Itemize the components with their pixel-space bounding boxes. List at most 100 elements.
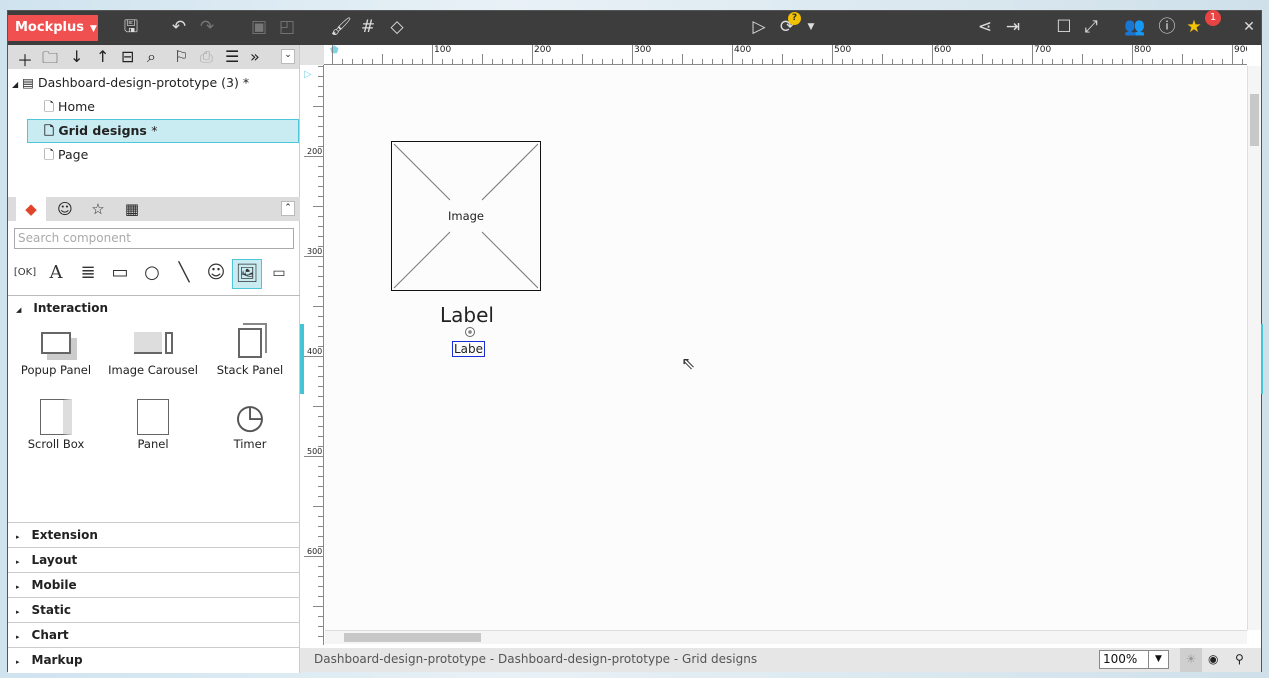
undo-icon[interactable]: ↶ xyxy=(168,17,190,37)
ruler-tick xyxy=(452,59,453,64)
ruler-tick xyxy=(318,216,323,217)
vertical-scroll-thumb[interactable] xyxy=(1250,94,1259,146)
component-panel[interactable]: Panel xyxy=(105,397,201,451)
component-image-carousel[interactable]: Image Carousel xyxy=(105,323,201,377)
add-icon[interactable]: ＋ xyxy=(17,47,33,71)
fullscreen-frame-icon[interactable]: ☐ xyxy=(1053,17,1075,37)
input-icon[interactable]: ▭ xyxy=(264,259,294,289)
tool-icon[interactable]: ⚲ xyxy=(1235,648,1244,670)
project-root[interactable]: ◢ ▤ Dashboard-design-prototype (3) * xyxy=(12,72,249,94)
section-markup[interactable]: ▸ Markup xyxy=(8,647,300,672)
expand-icon[interactable]: ⤢ xyxy=(1080,17,1102,37)
component-label: Scroll Box xyxy=(27,437,85,451)
team-icon[interactable]: 👥 xyxy=(1124,17,1146,37)
preview-play-icon[interactable]: ▷ xyxy=(748,17,770,37)
section-interaction[interactable]: ◢ Interaction xyxy=(8,295,300,320)
section-static[interactable]: ▸ Static xyxy=(8,597,300,622)
search-component-input[interactable]: Search component xyxy=(14,228,294,249)
ruler-tick xyxy=(1202,59,1203,64)
ruler-tick xyxy=(862,59,863,64)
components-icon[interactable]: ◆ xyxy=(16,197,46,221)
ruler-tick xyxy=(742,59,743,64)
ungroup-icon[interactable]: ◰ xyxy=(276,17,298,37)
label-edit-field[interactable]: Labe xyxy=(452,341,486,357)
vertical-scrollbar[interactable] xyxy=(1247,66,1261,630)
page-item-page[interactable]: 🗋 Page xyxy=(44,144,88,166)
flag-icon[interactable]: ⚐ xyxy=(174,47,188,66)
ruler-tick xyxy=(512,59,513,64)
design-canvas[interactable]: Image Label Labe ⇖ xyxy=(325,66,1246,630)
section-label: Mobile xyxy=(31,578,77,592)
search-icon[interactable]: ⌕ xyxy=(147,47,156,67)
smiley-icon[interactable]: ☺ xyxy=(201,259,231,289)
chevron-down-icon[interactable]: ▼ xyxy=(1148,651,1168,668)
app-window: Mockplus ▼ 🖫 ↶ ↷ ▣ ◰ 🖌 # ◇ ▷ ⟳ ? ▼ ⋖ ⇥ ☐ … xyxy=(7,10,1263,673)
section-mobile[interactable]: ▸ Mobile xyxy=(8,572,300,597)
star-icon[interactable]: ★ xyxy=(1183,17,1205,37)
unsaved-mark: * xyxy=(242,75,250,90)
horizontal-ruler[interactable]: ⬟ 100200300400500600700800900 xyxy=(324,45,1247,65)
more-icon[interactable]: » xyxy=(250,47,260,66)
redo-icon[interactable]: ↷ xyxy=(196,17,218,37)
rectangle-icon[interactable]: ▭ xyxy=(105,259,135,289)
save-icon[interactable]: 🖫 xyxy=(120,17,142,37)
page-item-grid-designs[interactable]: 🗋 Grid designs * xyxy=(27,119,299,143)
share-icon[interactable]: ⋖ xyxy=(974,17,996,37)
tree-icon[interactable]: ⊟ xyxy=(121,47,134,66)
ruler-tick xyxy=(372,59,373,64)
print-icon[interactable]: ⎙ xyxy=(200,47,213,67)
collapse-up-icon[interactable]: ⌃ xyxy=(281,201,295,216)
page-item-home[interactable]: 🗋 Home xyxy=(44,96,95,118)
ruler-tick xyxy=(318,396,323,397)
paragraph-icon[interactable]: ≣ xyxy=(73,259,103,289)
section-extension[interactable]: ▸ Extension xyxy=(8,522,300,547)
component-stack-panel[interactable]: Stack Panel xyxy=(202,323,298,377)
eye-icon[interactable]: ◉ xyxy=(1208,648,1218,670)
help-icon[interactable]: ⓘ xyxy=(1156,17,1178,37)
unsaved-mark: * xyxy=(151,123,158,138)
ruler-marker-icon[interactable]: ▷ xyxy=(304,69,312,80)
ruler-tick xyxy=(972,59,973,64)
numbered-list-icon[interactable]: ☰ xyxy=(225,47,239,66)
circle-icon[interactable]: ○ xyxy=(137,259,167,289)
rotate-handle-icon[interactable] xyxy=(465,327,475,337)
ruler-tick xyxy=(602,59,603,64)
image-placeholder[interactable]: Image xyxy=(391,141,541,291)
brightness-icon[interactable]: ☀ xyxy=(1180,648,1202,672)
horizontal-scrollbar[interactable] xyxy=(325,630,1247,644)
horizontal-scroll-thumb[interactable] xyxy=(344,633,481,642)
mockplus-menu-button[interactable]: Mockplus ▼ xyxy=(8,15,98,41)
format-brush-icon[interactable]: 🖌 xyxy=(330,17,352,37)
export-icon[interactable]: ⇥ xyxy=(1002,17,1024,37)
move-up-icon[interactable]: ↑ xyxy=(96,47,109,66)
ruler-tick xyxy=(402,59,403,64)
collapse-icon[interactable]: ⌄ xyxy=(281,49,295,64)
image-icon[interactable]: 🖼 xyxy=(232,259,262,289)
emoji-icon[interactable]: ☺ xyxy=(50,197,80,221)
fill-icon[interactable]: ◇ xyxy=(386,17,408,37)
section-label: Layout xyxy=(31,553,78,567)
sync-dropdown-icon[interactable]: ▼ xyxy=(800,17,822,37)
component-timer[interactable]: ◷ Timer xyxy=(202,397,298,451)
vertical-ruler[interactable]: ▷ 200300400500600700 xyxy=(304,65,324,645)
favorites-icon[interactable]: ☆ xyxy=(83,197,113,221)
component-popup-panel[interactable]: Popup Panel xyxy=(8,323,104,377)
group-icon[interactable]: ▣ xyxy=(248,17,270,37)
ruler-tick xyxy=(318,116,323,117)
zoom-select[interactable]: 100% ▼ xyxy=(1099,650,1169,669)
close-icon[interactable]: ✕ xyxy=(1238,17,1260,37)
move-down-icon[interactable]: ↓ xyxy=(70,47,83,66)
component-scroll-box[interactable]: Scroll Box xyxy=(8,397,104,451)
section-layout[interactable]: ▸ Layout xyxy=(8,547,300,572)
button-icon[interactable]: [OK] xyxy=(10,259,40,289)
line-icon[interactable]: ╲ xyxy=(169,259,199,289)
section-chart[interactable]: ▸ Chart xyxy=(8,622,300,647)
expand-triangle-icon[interactable]: ◢ xyxy=(12,80,18,89)
grid-icon[interactable]: # xyxy=(357,17,379,37)
ruler-tick xyxy=(313,206,323,207)
label-large[interactable]: Label xyxy=(425,303,509,327)
text-icon[interactable]: A xyxy=(41,259,71,289)
templates-icon[interactable]: ▦ xyxy=(117,197,147,221)
ruler-label: 200 xyxy=(307,147,323,156)
ruler-tick xyxy=(842,59,843,64)
